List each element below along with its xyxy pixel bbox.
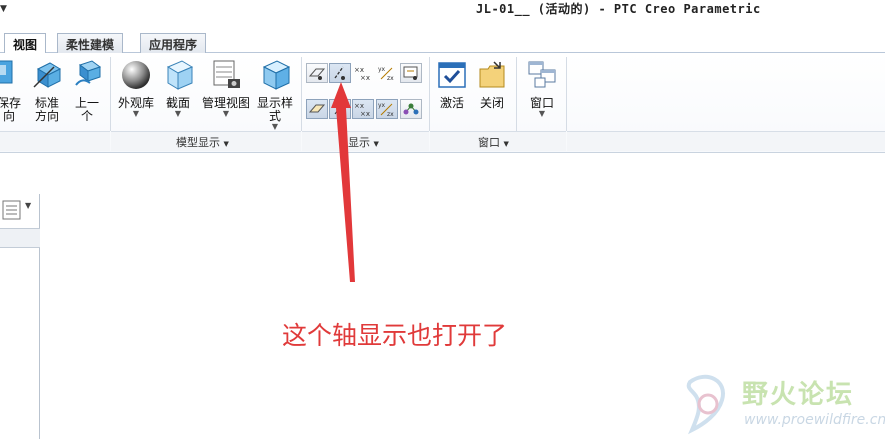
annotation-text: 这个轴显示也打开了 <box>282 321 508 350</box>
watermark-url: www.proewildfire.cn <box>744 412 885 428</box>
watermark-brand: 野火论坛 <box>742 380 855 410</box>
